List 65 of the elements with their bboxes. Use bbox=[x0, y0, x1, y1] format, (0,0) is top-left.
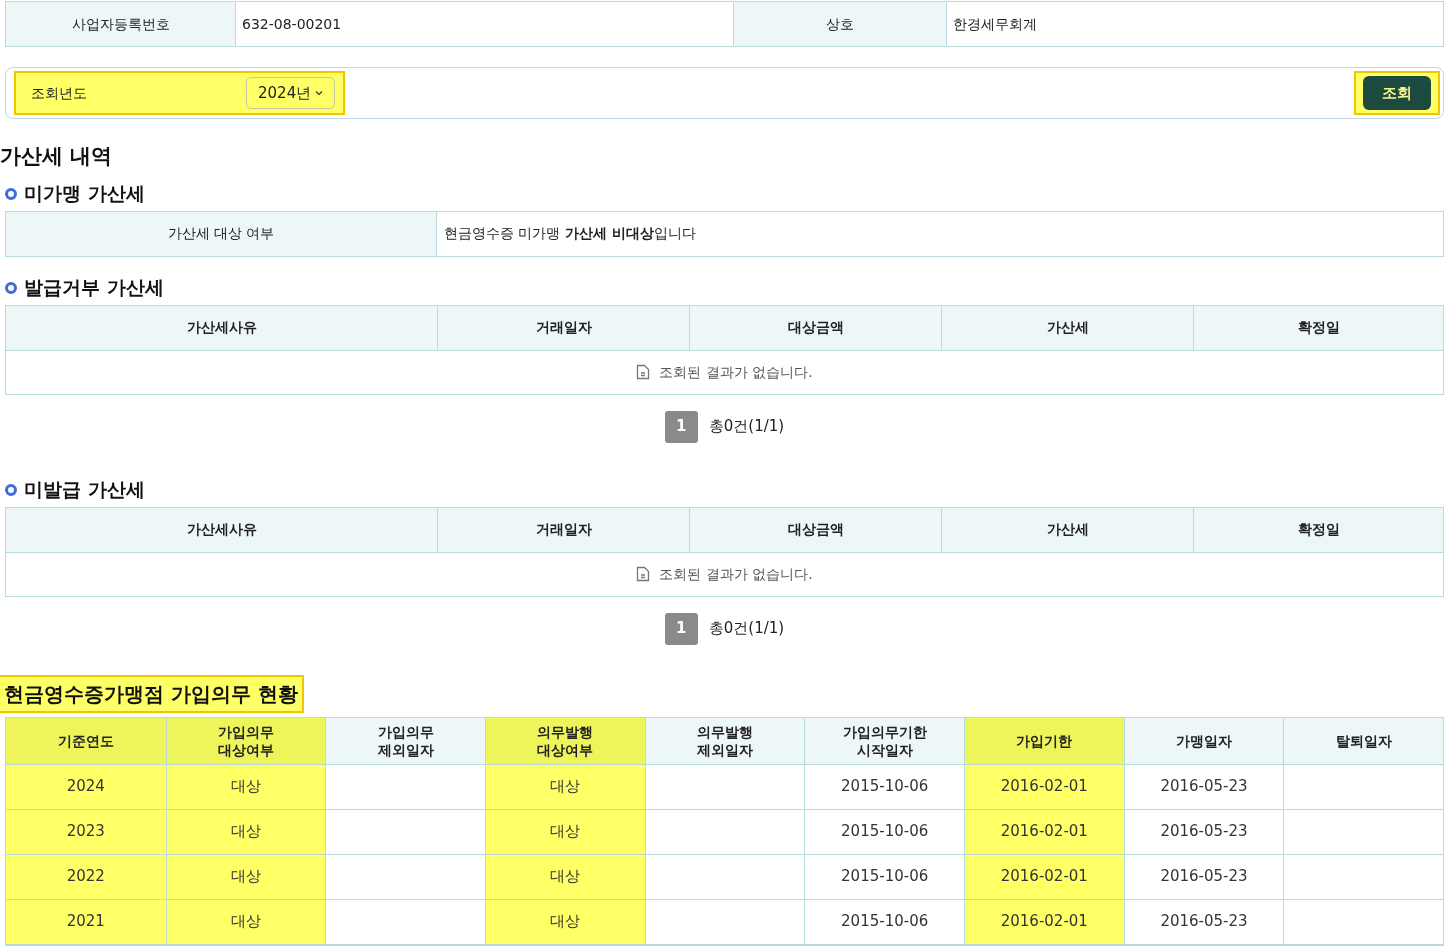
ring-bullet-icon bbox=[5, 281, 17, 294]
table-cell-text: 대상 bbox=[550, 776, 581, 798]
column-header: 거래일자 bbox=[437, 507, 689, 552]
section-title: 미발급 가산세 bbox=[24, 477, 145, 503]
column-header: 가입기한 bbox=[964, 717, 1124, 764]
column-header: 의무발행 대상여부 bbox=[485, 717, 645, 764]
year-select[interactable]: 2024년 bbox=[246, 77, 336, 109]
table-cell-text: 2024 bbox=[66, 776, 105, 798]
label-cell: 상호 bbox=[733, 2, 947, 46]
table-cell-text: 2022 bbox=[66, 866, 105, 888]
table-cell-text: 대상 bbox=[231, 866, 261, 888]
page-title: 가산세 내역 bbox=[0, 143, 114, 170]
table-cell-text: 2015-10-06 bbox=[841, 911, 929, 933]
chevron-down-icon bbox=[315, 90, 324, 96]
table-cell-text: 2016-02-01 bbox=[1000, 911, 1088, 933]
ring-bullet-icon bbox=[5, 483, 17, 496]
table-cell-text: 2015-10-06 bbox=[841, 821, 929, 843]
table-cell-text: 2016-05-23 bbox=[1160, 821, 1248, 843]
empty-message: 조회된 결과가 없습니다. bbox=[659, 362, 813, 382]
result-count: 총0건(1/1) bbox=[708, 416, 785, 438]
label-cell: 가산세 대상 여부 bbox=[6, 211, 437, 256]
table-cell-text: 2016-02-01 bbox=[1000, 866, 1088, 888]
document-icon bbox=[636, 364, 651, 380]
column-header: 가산세사유 bbox=[185, 520, 258, 539]
table-cell-text: 2015-10-06 bbox=[841, 866, 929, 888]
filter-label: 조회년도 bbox=[30, 83, 88, 103]
table-cell-text: 대상 bbox=[231, 911, 261, 933]
column-header: 대상금액 bbox=[689, 305, 941, 350]
search-button[interactable]: 조회 bbox=[1363, 76, 1431, 110]
section-title: 미가맹 가산세 bbox=[24, 181, 145, 207]
value-cell-text: 632-08-00201 bbox=[241, 14, 343, 34]
table-cell-text: 대상 bbox=[550, 911, 581, 933]
column-header: 대상금액 bbox=[689, 507, 941, 552]
column-header: 확정일 bbox=[1193, 305, 1443, 350]
ring-bullet-icon bbox=[5, 187, 17, 200]
table-cell-text: 대상 bbox=[231, 776, 261, 798]
table-cell-text: 2021 bbox=[66, 911, 105, 933]
table-cell-text: 2016-02-01 bbox=[1000, 776, 1088, 798]
column-header: 확정일 bbox=[1193, 507, 1443, 552]
column-header: 가입의무 대상여부 bbox=[165, 717, 326, 764]
table-cell-text: 2023 bbox=[66, 821, 105, 843]
table-cell-text: 2016-05-23 bbox=[1160, 866, 1248, 888]
label-cell: 사업자등록번호 bbox=[6, 2, 236, 46]
column-header: 가산세 bbox=[941, 507, 1193, 552]
column-header: 가산세 bbox=[941, 305, 1193, 350]
section-title: 발급거부 가산세 bbox=[24, 275, 164, 301]
column-header: 의무발행 제외일자 bbox=[644, 717, 805, 764]
table-cell-text: 대상 bbox=[550, 821, 581, 843]
column-header: 탈퇴일자 bbox=[1283, 717, 1443, 764]
table-cell-text: 2016-05-23 bbox=[1160, 776, 1248, 798]
table-cell-text: 2016-05-23 bbox=[1160, 911, 1248, 933]
value-text: 현금영수증 미가맹 가산세 비대상입니다 bbox=[444, 224, 696, 243]
table-cell-text: 대상 bbox=[550, 866, 581, 888]
column-header: 가산세사유 bbox=[185, 318, 258, 337]
result-count: 총0건(1/1) bbox=[708, 618, 785, 640]
section-title: 현금영수증가맹점 가입의무 현황 bbox=[0, 676, 302, 711]
table-cell-text: 대상 bbox=[231, 821, 261, 843]
value-cell-text: 한경세무회계 bbox=[952, 14, 1038, 34]
empty-message: 조회된 결과가 없습니다. bbox=[659, 564, 813, 584]
table-cell-text: 2015-10-06 bbox=[841, 776, 929, 798]
table-cell-text: 2016-02-01 bbox=[1000, 821, 1088, 843]
column-header: 거래일자 bbox=[437, 305, 689, 350]
column-header: 기준연도 bbox=[6, 717, 166, 764]
column-header: 가맹일자 bbox=[1123, 717, 1284, 764]
document-icon bbox=[636, 566, 651, 582]
